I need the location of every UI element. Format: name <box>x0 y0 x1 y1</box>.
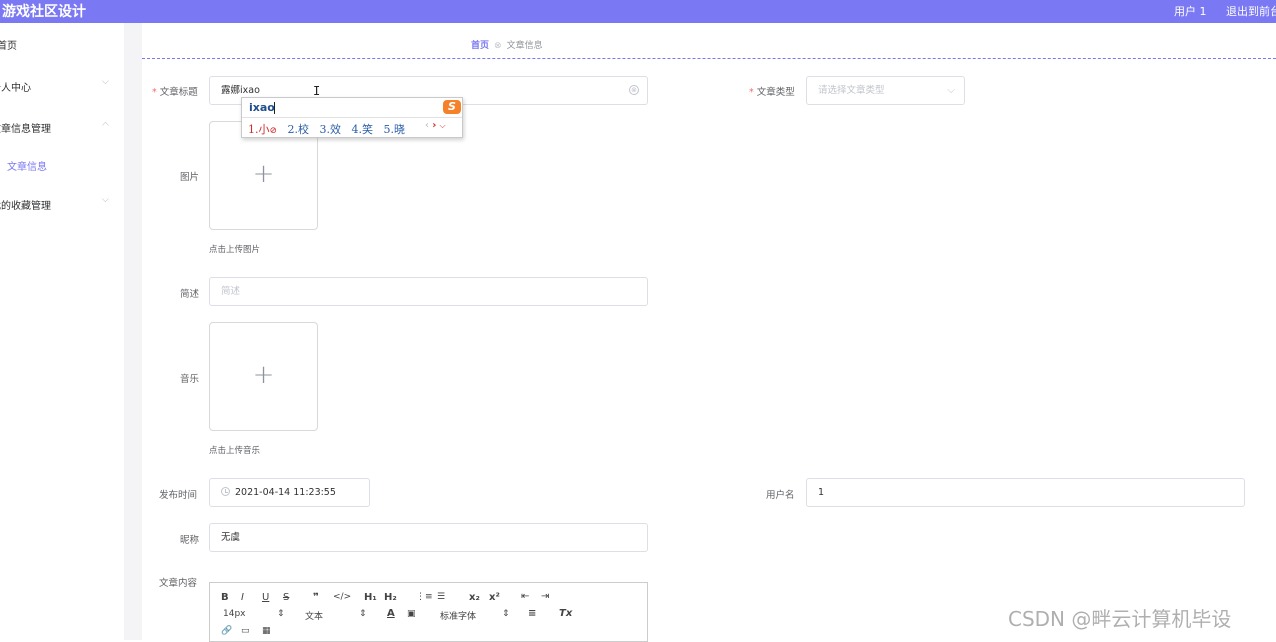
clear-format-icon[interactable]: Tx <box>559 608 572 619</box>
select-arrow-icon: ⇕ <box>502 609 510 619</box>
clear-icon[interactable]: ⊗ <box>629 85 639 95</box>
superscript-button[interactable]: x² <box>489 592 500 603</box>
ime-mark-icon: ⊘ <box>269 126 278 136</box>
h1-button[interactable]: H₁ <box>364 592 377 603</box>
plus-icon: + <box>252 360 275 390</box>
ime-candidate-popup: ixao S 1.小⊘ 2.校 3.效 4.笑 5.晓 ‹ › ⌵ <box>241 97 463 138</box>
type-label: * 文章类型 <box>749 87 795 98</box>
clock-icon <box>221 487 230 496</box>
text-cursor-icon: I <box>313 84 321 98</box>
publish-time-picker[interactable]: 2021-04-14 11:23:55 <box>209 478 370 507</box>
chevron-down-icon: ⌵ <box>102 195 109 205</box>
ime-divider <box>242 117 462 118</box>
sidebar: 首页 个人中心 ⌵ 文章信息管理 ⌵ 文章信息 我的收藏管理 ⌵ <box>0 23 124 640</box>
app-title: 游戏社区设计 <box>2 4 86 20</box>
text-color-icon[interactable]: A <box>387 608 395 619</box>
summary-input[interactable]: 简述 <box>209 277 648 306</box>
top-bar: 游戏社区设计 用户 1 退出到前台 <box>0 0 1276 23</box>
breadcrumb-divider <box>142 58 1276 59</box>
video-icon[interactable]: ▦ <box>262 626 271 636</box>
music-hint: 点击上传音乐 <box>209 446 261 456</box>
quote-icon[interactable]: ❞ <box>313 592 319 603</box>
ordered-list-icon[interactable]: ⋮≡ <box>416 592 433 602</box>
chevron-down-icon: ⌵ <box>102 77 109 87</box>
image-label: 图片 <box>180 172 200 183</box>
font-family-select[interactable]: 标准字体 <box>440 609 476 622</box>
music-uploader[interactable]: + <box>209 322 318 431</box>
breadcrumb-home[interactable]: 首页 <box>471 41 489 51</box>
ime-candidate[interactable]: 3.效 <box>320 123 342 136</box>
sidebar-item-home[interactable]: 首页 <box>0 37 17 52</box>
code-icon[interactable]: </> <box>333 592 351 602</box>
ime-candidate[interactable]: 1.小 <box>248 123 270 136</box>
subscript-button[interactable]: x₂ <box>469 592 480 603</box>
background-color-icon[interactable]: ▣ <box>407 609 416 619</box>
nickname-input[interactable]: 无虞 <box>209 523 648 552</box>
type-select[interactable]: 请选择文章类型 ⌵ <box>806 76 965 105</box>
font-size-select[interactable]: 14px <box>223 609 246 619</box>
username-label: 用户名 <box>766 490 795 501</box>
breadcrumb-separator-icon: ⊗ <box>494 41 502 51</box>
nickname-label: 昵称 <box>180 535 200 546</box>
breadcrumb-current: 文章信息 <box>506 41 543 51</box>
block-format-select[interactable]: 文本 <box>305 609 323 622</box>
username-input[interactable]: 1 <box>806 478 1245 507</box>
user-menu[interactable]: 用户 1 <box>1174 3 1207 19</box>
image-hint: 点击上传图片 <box>209 245 261 255</box>
outdent-icon[interactable]: ⇤ <box>521 591 529 602</box>
ime-caret <box>274 102 275 114</box>
bullet-list-icon[interactable]: ☰ <box>437 592 445 602</box>
ime-nav: ‹ › ⌵ <box>425 120 446 131</box>
breadcrumb: 首页 ⊗ 文章信息 <box>471 38 543 51</box>
ime-candidate[interactable]: 5.晓 <box>384 123 406 136</box>
sidebar-item-personal-center[interactable]: 个人中心 <box>0 79 31 94</box>
indent-icon[interactable]: ⇥ <box>541 591 549 602</box>
music-label: 音乐 <box>180 374 200 385</box>
bold-button[interactable]: B <box>221 592 229 603</box>
chevron-down-icon: ⌵ <box>947 85 955 96</box>
align-icon[interactable]: ≡ <box>528 608 536 619</box>
sidebar-item-favorites-management[interactable]: 我的收藏管理 <box>0 197 51 212</box>
sidebar-item-article-info[interactable]: 文章信息 <box>7 158 47 173</box>
chevron-up-icon: ⌵ <box>102 119 109 129</box>
publish-time-label: 发布时间 <box>159 490 198 501</box>
summary-label: 简述 <box>180 289 200 300</box>
content-label: 文章内容 <box>159 578 198 589</box>
underline-button[interactable]: U <box>262 592 269 603</box>
ime-candidate[interactable]: 4.笑 <box>352 123 374 136</box>
strike-button[interactable]: S <box>283 592 289 603</box>
plus-icon: + <box>252 159 275 189</box>
ime-next-icon[interactable]: › <box>432 120 436 131</box>
ime-candidate[interactable]: 2.校 <box>288 123 310 136</box>
ime-expand-icon[interactable]: ⌵ <box>440 121 446 130</box>
h2-button[interactable]: H₂ <box>384 592 397 603</box>
ime-pinyin: ixao <box>249 101 275 114</box>
sogou-logo-icon: S <box>443 100 461 114</box>
ime-prev-icon[interactable]: ‹ <box>425 120 429 131</box>
select-arrow-icon: ⇕ <box>359 609 367 619</box>
link-icon[interactable]: 🔗 <box>221 626 232 636</box>
select-arrow-icon: ⇕ <box>277 609 285 619</box>
ime-candidates: 1.小⊘ 2.校 3.效 4.笑 5.晓 <box>248 121 412 137</box>
image-icon[interactable]: ▭ <box>241 626 250 636</box>
title-label: * 文章标题 <box>152 87 198 98</box>
watermark: CSDN @畔云计算机毕设 <box>1008 607 1232 631</box>
sidebar-item-article-management[interactable]: 文章信息管理 <box>0 120 51 135</box>
italic-button[interactable]: I <box>241 592 244 603</box>
logout-link[interactable]: 退出到前台 <box>1226 3 1276 19</box>
rich-text-editor[interactable]: B I U S ❞ </> H₁ H₂ ⋮≡ ☰ x₂ x² ⇤ ⇥ 14px … <box>209 582 648 642</box>
